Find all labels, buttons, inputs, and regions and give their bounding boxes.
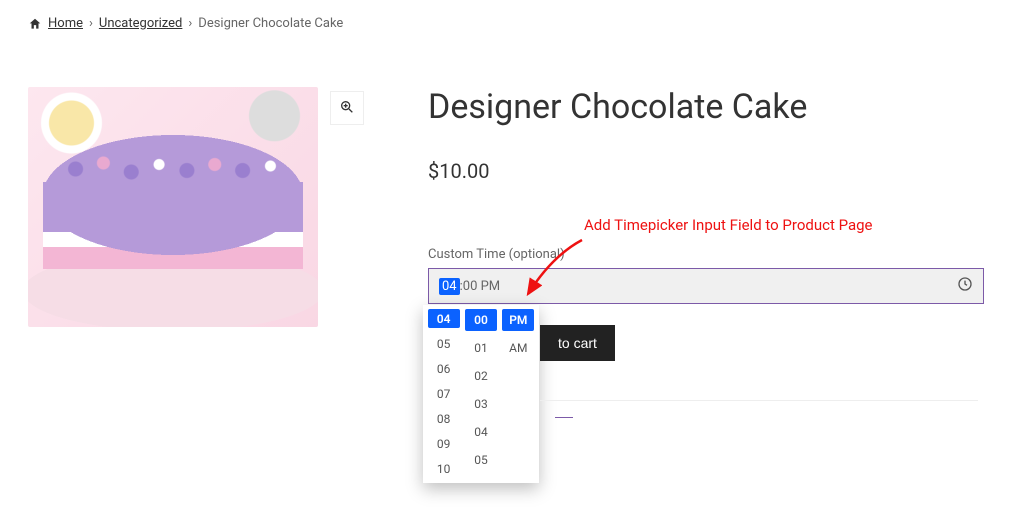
- product-image-column: [28, 87, 368, 327]
- product-image[interactable]: [28, 87, 318, 327]
- custom-time-label: Custom Time (optional): [428, 247, 996, 262]
- category-link-fragment[interactable]: [555, 417, 573, 418]
- timepicker-minute-option[interactable]: 03: [465, 393, 497, 415]
- timepicker-hours-col[interactable]: 04 05 06 07 08 09 10: [427, 309, 460, 479]
- breadcrumb-category[interactable]: Uncategorized: [99, 16, 182, 31]
- timepicker-period-option[interactable]: AM: [502, 337, 534, 359]
- clock-icon: [957, 276, 973, 296]
- add-to-cart-button[interactable]: to cart: [540, 325, 615, 361]
- zoom-in-icon: [339, 99, 355, 118]
- breadcrumb-home[interactable]: Home: [48, 16, 83, 31]
- custom-time-input[interactable]: 04:00 PM: [428, 268, 984, 304]
- timepicker-period-col[interactable]: PM AM: [502, 309, 535, 479]
- zoom-button[interactable]: [330, 91, 364, 125]
- breadcrumb-current: Designer Chocolate Cake: [198, 16, 343, 31]
- timepicker-minute-option[interactable]: 05: [465, 449, 497, 471]
- product-summary: Designer Chocolate Cake $10.00 Custom Ti…: [428, 87, 996, 304]
- timepicker-hour-option[interactable]: 04: [428, 309, 460, 328]
- breadcrumb: Home › Uncategorized › Designer Chocolat…: [0, 0, 1024, 47]
- timepicker-dropdown: 04 05 06 07 08 09 10 00 01 02 03 04 05 PM AM: [423, 305, 539, 483]
- timepicker-minute-option[interactable]: 04: [465, 421, 497, 443]
- timepicker-hour-option[interactable]: 06: [428, 359, 460, 378]
- timepicker-hour-option[interactable]: 05: [428, 334, 460, 353]
- timepicker-minutes-col[interactable]: 00 01 02 03 04 05: [464, 309, 497, 479]
- timepicker-hour-option[interactable]: 07: [428, 384, 460, 403]
- timepicker-hour-option[interactable]: 09: [428, 435, 460, 454]
- timepicker-period-option[interactable]: PM: [502, 309, 534, 331]
- meta-divider: [540, 400, 978, 401]
- breadcrumb-sep-icon: ›: [188, 16, 192, 31]
- time-hour-selected: 04: [439, 278, 460, 295]
- timepicker-hour-option[interactable]: 08: [428, 410, 460, 429]
- product-title: Designer Chocolate Cake: [428, 87, 996, 127]
- timepicker-minute-option[interactable]: 01: [465, 337, 497, 359]
- product-price: $10.00: [428, 159, 996, 183]
- breadcrumb-sep-icon: ›: [89, 16, 93, 31]
- home-icon: [28, 17, 42, 31]
- timepicker-hour-option[interactable]: 10: [428, 460, 460, 479]
- time-rest: :00 PM: [460, 279, 501, 294]
- timepicker-minute-option[interactable]: 00: [465, 309, 497, 331]
- timepicker-minute-option[interactable]: 02: [465, 365, 497, 387]
